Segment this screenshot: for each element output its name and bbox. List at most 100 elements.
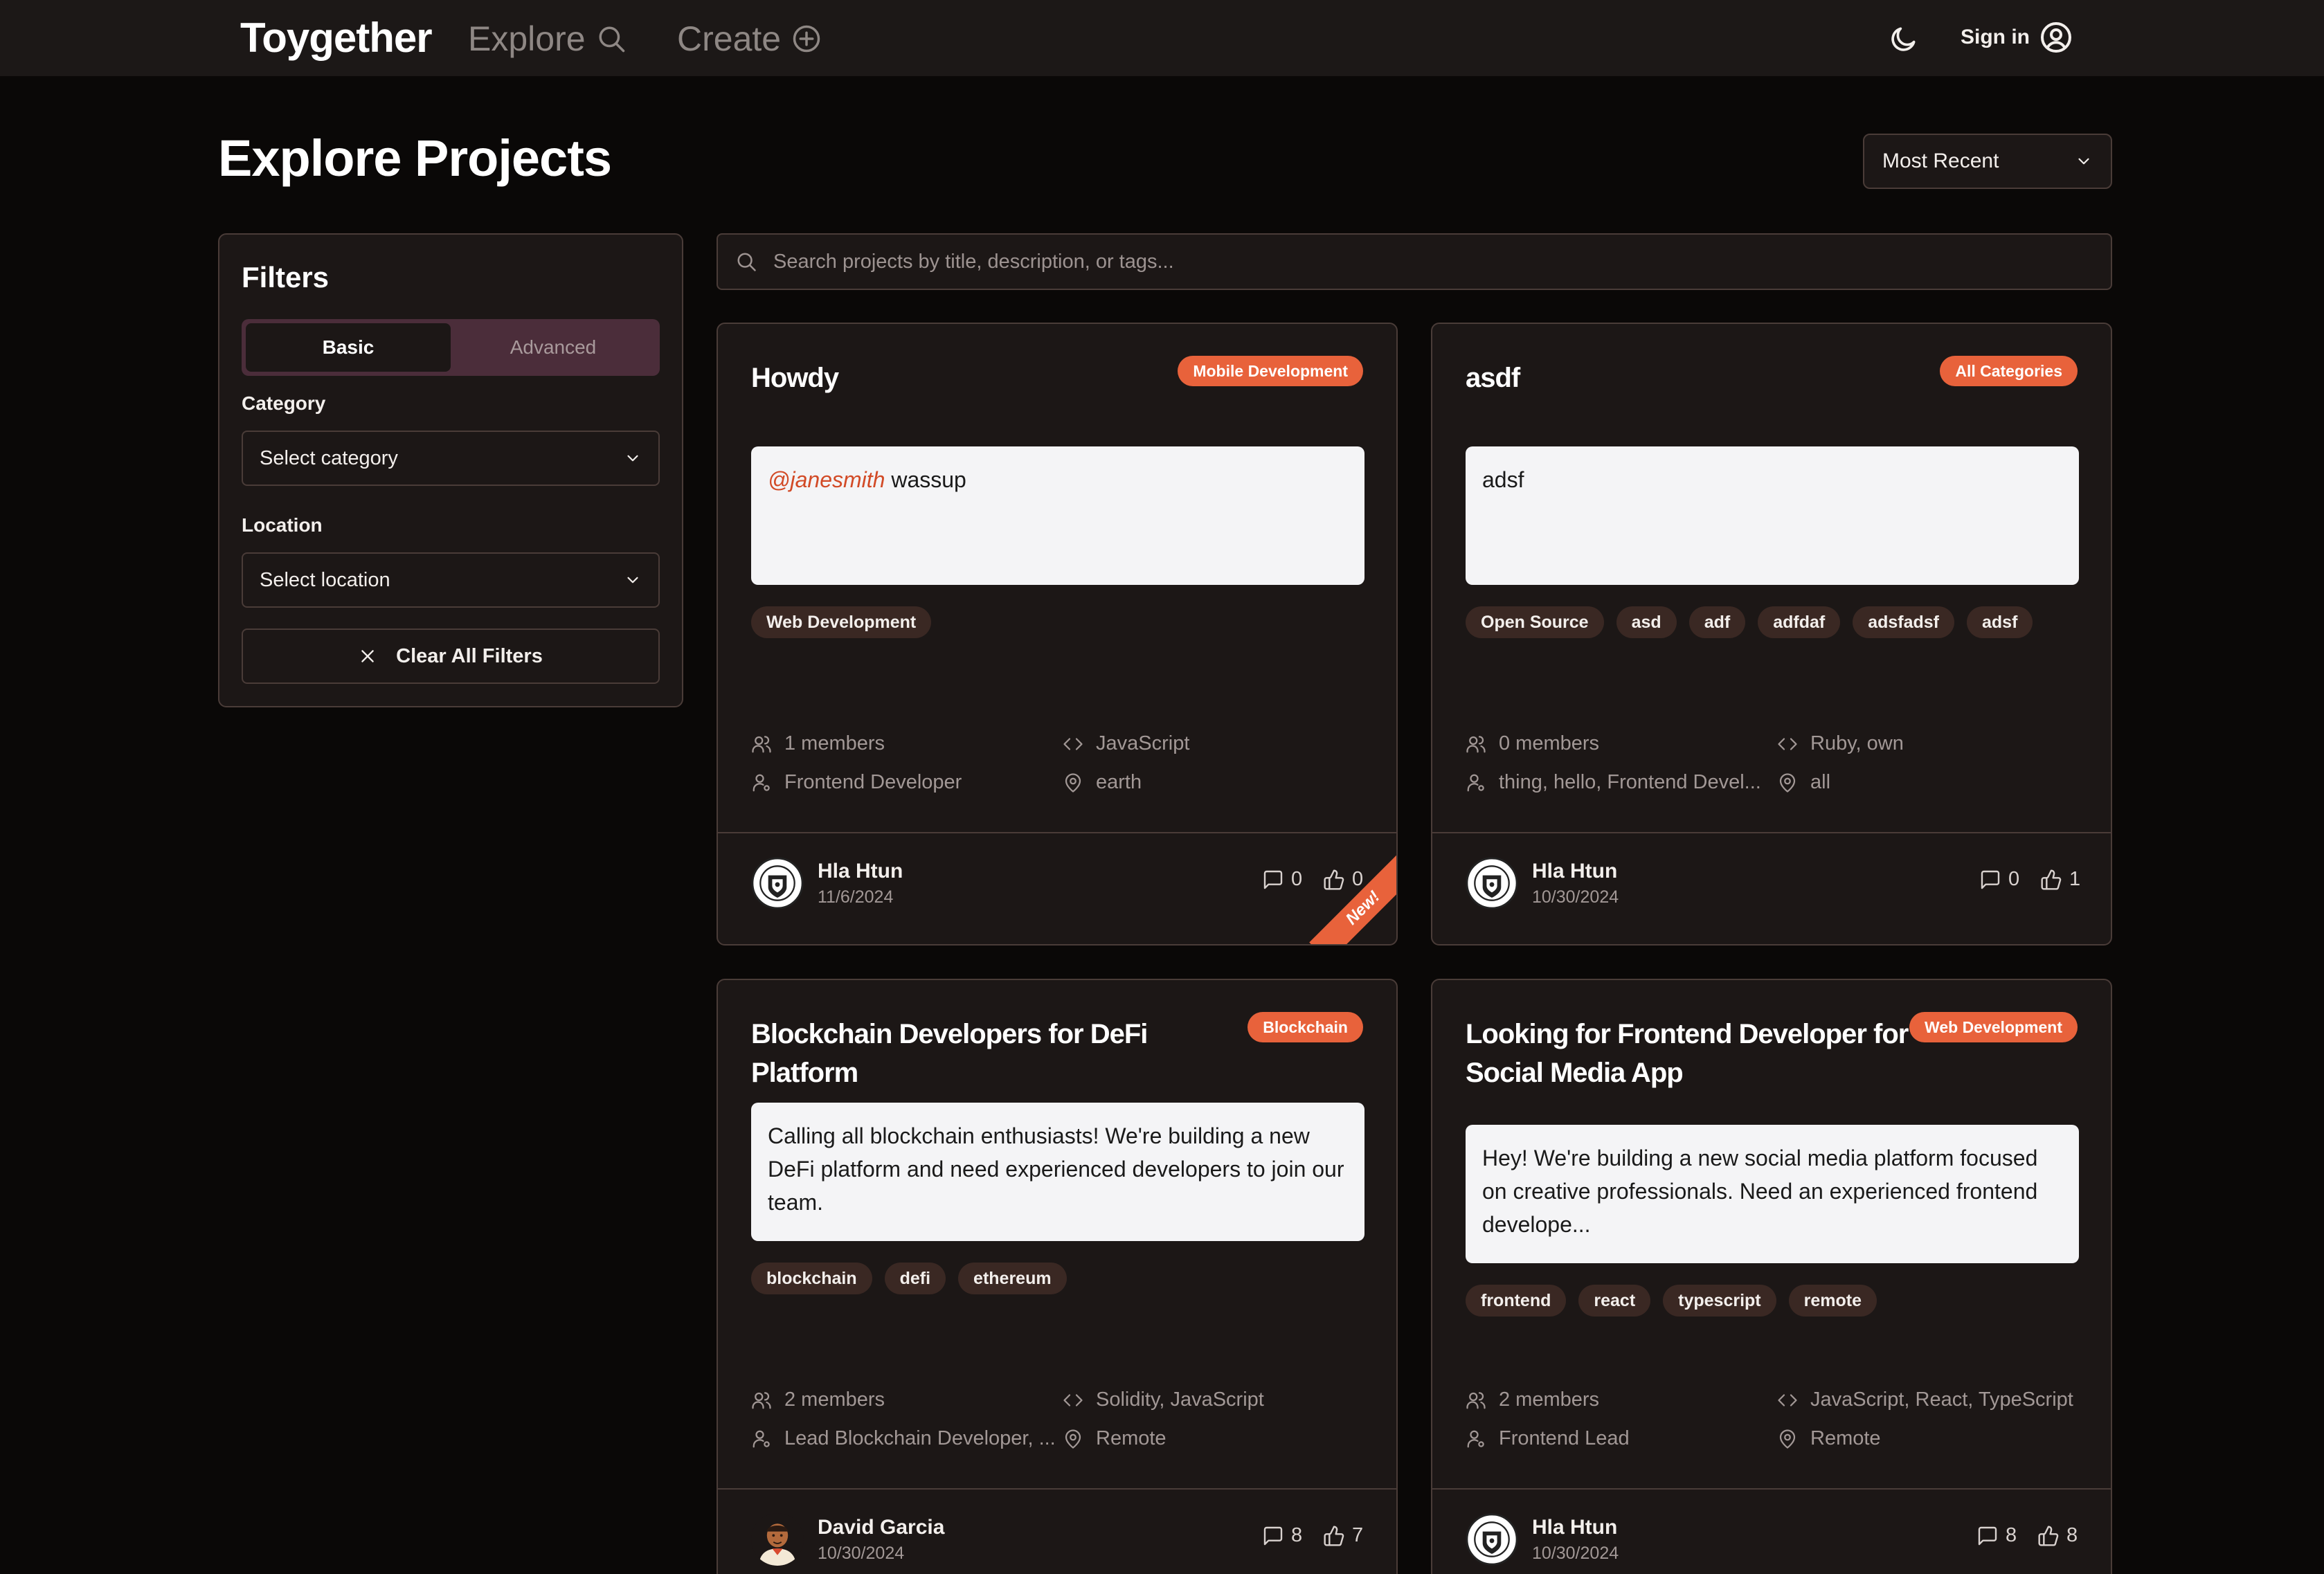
signin-button[interactable]: Sign in xyxy=(1961,21,2073,54)
avatar[interactable] xyxy=(751,857,804,910)
tag-list: blockchain defi ethereum xyxy=(751,1263,1067,1294)
post-date: 11/6/2024 xyxy=(818,887,894,907)
tab-advanced[interactable]: Advanced xyxy=(451,323,656,372)
project-description: adsf xyxy=(1466,446,2079,585)
tag-list: frontend react typescript remote xyxy=(1466,1285,1877,1317)
roles-info: thing, hello, Frontend Devel... xyxy=(1466,771,1761,794)
signin-label: Sign in xyxy=(1961,26,2030,48)
comments-count[interactable]: 8 xyxy=(1262,1524,1302,1547)
user-icon xyxy=(751,772,772,793)
tag[interactable]: typescript xyxy=(1663,1285,1776,1317)
card-divider xyxy=(718,832,1396,833)
members-info: 2 members xyxy=(1466,1388,1599,1411)
avatar[interactable] xyxy=(1466,857,1518,910)
search-bar xyxy=(717,233,2112,290)
nav-create-link[interactable]: Create xyxy=(677,19,821,59)
like-button[interactable]: 8 xyxy=(2037,1524,2078,1547)
user-circle-icon xyxy=(2041,22,2071,53)
languages-text: Ruby, own xyxy=(1810,732,1904,754)
category-badge: Mobile Development xyxy=(1178,356,1363,386)
author-name[interactable]: Hla Htun xyxy=(818,860,903,883)
top-navbar: Toygether Explore Create Sign in xyxy=(0,0,2324,76)
tag[interactable]: asd xyxy=(1616,606,1677,638)
clear-filters-button[interactable]: Clear All Filters xyxy=(242,628,660,684)
tab-basic[interactable]: Basic xyxy=(246,323,451,372)
author-name[interactable]: Hla Htun xyxy=(1532,860,1617,883)
project-title[interactable]: Looking for Frontend Developer for Socia… xyxy=(1466,1015,1922,1092)
message-square-icon xyxy=(1262,869,1284,891)
location-info: Remote xyxy=(1777,1427,1881,1450)
avatar[interactable] xyxy=(751,1513,804,1566)
tag[interactable]: react xyxy=(1578,1285,1651,1317)
category-badge: Blockchain xyxy=(1247,1012,1363,1042)
likes-value: 7 xyxy=(1352,1524,1364,1546)
languages-text: Solidity, JavaScript xyxy=(1096,1388,1264,1411)
project-card[interactable]: Blockchain Developers for DeFi Platform … xyxy=(717,979,1398,1574)
nav-explore-label: Explore xyxy=(468,19,586,58)
members-info: 0 members xyxy=(1466,732,1599,755)
tag[interactable]: Web Development xyxy=(751,606,932,638)
tag[interactable]: Open Source xyxy=(1466,606,1604,638)
tag[interactable]: adfdaf xyxy=(1758,606,1841,638)
project-title[interactable]: Howdy xyxy=(751,359,1222,397)
tag[interactable]: blockchain xyxy=(751,1263,872,1294)
project-title[interactable]: Blockchain Developers for DeFi Platform xyxy=(751,1015,1250,1092)
comments-count[interactable]: 0 xyxy=(1979,868,2019,891)
languages-info: JavaScript xyxy=(1063,732,1189,755)
message-square-icon xyxy=(1976,1525,1999,1547)
user-icon xyxy=(1466,1429,1486,1449)
brand-logo[interactable]: Toygether xyxy=(240,14,433,62)
users-icon xyxy=(751,1390,772,1411)
location-text: all xyxy=(1810,771,1831,793)
project-card[interactable]: Howdy Mobile Development @janesmith wass… xyxy=(717,323,1398,946)
code-icon xyxy=(1063,734,1083,754)
tag[interactable]: adsf xyxy=(1967,606,2033,638)
tag[interactable]: remote xyxy=(1788,1285,1877,1317)
roles-text: thing, hello, Frontend Devel... xyxy=(1499,771,1761,793)
filters-title: Filters xyxy=(242,261,330,293)
tag[interactable]: adsfadsf xyxy=(1853,606,1954,638)
project-card[interactable]: asdf All Categories adsf Open Source asd… xyxy=(1431,323,2112,946)
filter-tabs: Basic Advanced xyxy=(242,319,660,376)
search-icon xyxy=(737,253,756,271)
roles-info: Frontend Lead xyxy=(1466,1427,1630,1450)
roles-info: Frontend Developer xyxy=(751,771,962,794)
code-icon xyxy=(1777,1390,1798,1411)
card-divider xyxy=(1432,1488,2111,1490)
tag[interactable]: defi xyxy=(884,1263,946,1294)
languages-info: Ruby, own xyxy=(1777,732,1904,755)
like-button[interactable]: 0 xyxy=(1323,868,1363,891)
project-card[interactable]: Looking for Frontend Developer for Socia… xyxy=(1431,979,2112,1574)
tag[interactable]: adf xyxy=(1688,606,1746,638)
card-divider xyxy=(718,1488,1396,1490)
members-count: 2 members xyxy=(1499,1388,1600,1411)
category-select[interactable]: Select category xyxy=(242,431,660,486)
comments-count[interactable]: 0 xyxy=(1262,868,1302,891)
message-square-icon xyxy=(1979,869,2001,891)
tag[interactable]: ethereum xyxy=(958,1263,1067,1294)
tag[interactable]: frontend xyxy=(1466,1285,1567,1317)
author-name[interactable]: Hla Htun xyxy=(1532,1516,1617,1539)
nav-explore-link[interactable]: Explore xyxy=(468,19,626,59)
users-icon xyxy=(1466,1390,1486,1411)
filters-panel: Filters Basic Advanced Category Select c… xyxy=(218,233,683,707)
avatar[interactable] xyxy=(1466,1513,1518,1566)
moon-icon[interactable] xyxy=(1889,24,1919,54)
location-select[interactable]: Select location xyxy=(242,552,660,608)
members-count: 0 members xyxy=(1499,732,1600,754)
project-title[interactable]: asdf xyxy=(1466,359,1936,397)
sort-select[interactable]: Most Recent xyxy=(1863,134,2112,189)
comments-value: 8 xyxy=(2006,1524,2017,1546)
roles-info: Lead Blockchain Developer, ... xyxy=(751,1427,1056,1450)
location-info: all xyxy=(1777,771,1830,794)
comments-count[interactable]: 8 xyxy=(1976,1524,2017,1547)
nav-create-label: Create xyxy=(677,19,782,58)
user-mention[interactable]: @janesmith xyxy=(768,467,885,492)
like-button[interactable]: 1 xyxy=(2040,868,2080,891)
author-name[interactable]: David Garcia xyxy=(818,1516,944,1539)
project-description-text: wassup xyxy=(885,467,966,492)
location-text: Remote xyxy=(1810,1427,1881,1449)
languages-text: JavaScript xyxy=(1096,732,1190,754)
search-input[interactable] xyxy=(773,250,2089,273)
like-button[interactable]: 7 xyxy=(1323,1524,1363,1547)
